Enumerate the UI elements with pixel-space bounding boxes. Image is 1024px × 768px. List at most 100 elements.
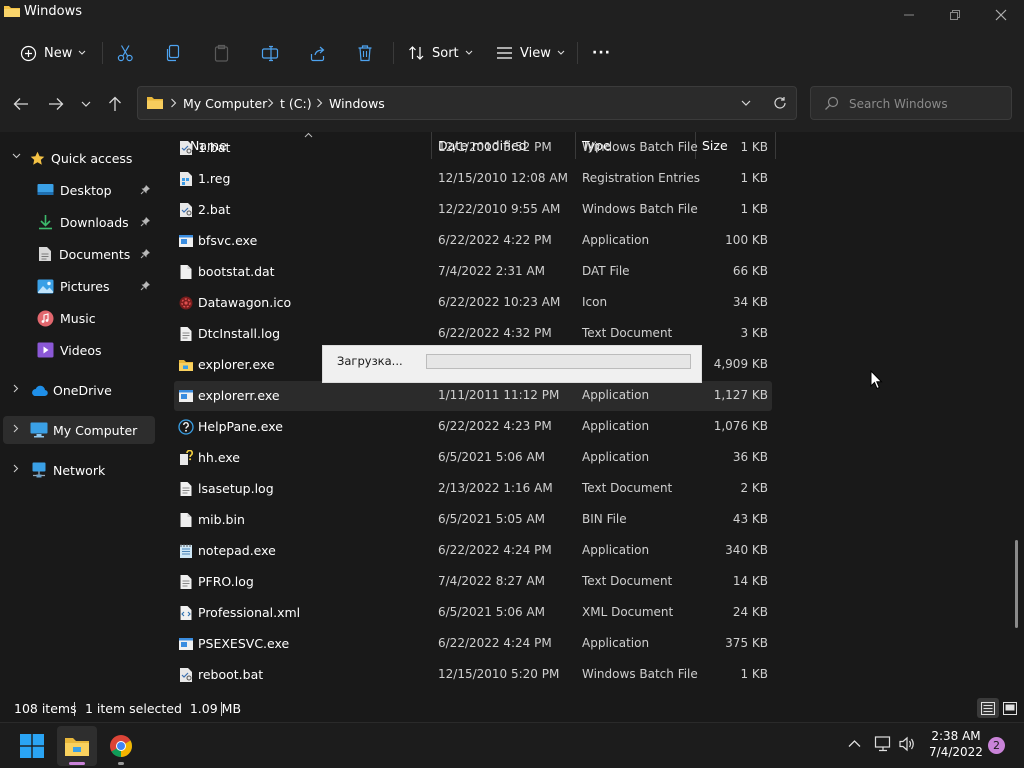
rename-button[interactable] (261, 38, 279, 68)
restore-icon (950, 10, 960, 20)
file-row[interactable]: bootstat.dat 7/4/2022 2:31 AM DAT File 66 K… (174, 257, 772, 287)
notification-badge[interactable]: 2 (988, 737, 1005, 754)
chevron-down-icon (465, 50, 473, 55)
back-button[interactable] (9, 92, 33, 116)
taskbar-file-explorer[interactable] (57, 726, 97, 766)
share-button[interactable] (309, 38, 326, 68)
recent-locations-button[interactable] (74, 92, 98, 116)
file-date: 6/22/2022 4:24 PM (438, 543, 552, 557)
nav-item-music[interactable]: Music (3, 304, 155, 332)
nav-item-quick-access[interactable]: Quick access (3, 144, 155, 172)
file-row[interactable]: PFRO.log 7/4/2022 8:27 AM Text Document 14 … (174, 567, 772, 597)
file-size: 1,076 KB (713, 419, 768, 433)
file-row[interactable]: 1.reg 12/15/2010 12:08 AM Registration Ent… (174, 164, 772, 194)
search-input[interactable] (849, 95, 1005, 113)
more-options-button[interactable]: ··· (592, 38, 611, 68)
pin-icon[interactable] (140, 248, 151, 259)
minimize-button[interactable] (886, 0, 932, 30)
file-row[interactable]: PSEXESVC.exe 6/22/2022 4:24 PM Application… (174, 629, 772, 659)
chevron-right-icon[interactable] (13, 464, 19, 473)
file-date: 1/11/2011 11:12 PM (438, 388, 560, 402)
file-row[interactable]: notepad.exe 6/22/2022 4:24 PM Application 3… (174, 536, 772, 566)
nav-item-label: Pictures (60, 278, 110, 294)
breadcrumb-my-computer[interactable]: My Computer (183, 96, 267, 111)
file-name: PFRO.log (198, 574, 254, 589)
nav-item-documents[interactable]: Documents (3, 240, 155, 268)
address-bar[interactable]: My Computer t (C:) Windows (137, 86, 797, 120)
folder-app-icon (179, 360, 193, 371)
file-row[interactable]: HelpPane.exe 6/22/2022 4:23 PM Application… (174, 412, 772, 442)
file-row[interactable]: lsasetup.log 2/13/2022 1:16 AM Text Docume… (174, 474, 772, 504)
delete-button[interactable] (357, 38, 373, 68)
refresh-icon[interactable] (773, 96, 787, 110)
file-row[interactable]: mib.bin 6/5/2021 5:05 AM BIN File 43 KB (174, 505, 772, 535)
file-name: notepad.exe (198, 543, 276, 558)
nav-item-onedrive[interactable]: OneDrive (3, 376, 155, 404)
volume-icon[interactable] (898, 736, 916, 752)
file-row[interactable]: 2.bat 12/22/2010 9:55 AM Windows Batch Fil… (174, 195, 772, 225)
file-name: bfsvc.exe (198, 233, 258, 248)
nav-item-label: Quick access (51, 150, 133, 166)
nav-item-my-computer[interactable]: My Computer (3, 416, 155, 444)
file-name: lsasetup.log (198, 481, 274, 496)
details-view-button[interactable] (977, 698, 999, 718)
file-name: 2.bat (198, 202, 231, 217)
maximize-button[interactable] (932, 0, 978, 30)
windows-logo-icon (20, 734, 44, 758)
close-button[interactable] (978, 0, 1024, 30)
chevron-up-icon[interactable] (848, 739, 861, 748)
file-date: 6/5/2021 5:06 AM (438, 605, 546, 619)
trash-icon (358, 45, 372, 62)
network-status-icon[interactable] (874, 736, 892, 752)
forward-button[interactable] (44, 92, 68, 116)
cut-button[interactable] (117, 38, 134, 68)
new-button[interactable]: New (20, 38, 86, 68)
chevron-down-icon (557, 50, 565, 55)
file-size: 4,909 KB (713, 357, 768, 371)
download-icon (39, 215, 52, 230)
computer-icon (30, 422, 48, 438)
star-icon (30, 151, 45, 165)
file-name: DtcInstall.log (198, 326, 281, 341)
file-row[interactable]: hh.exe 6/5/2021 5:06 AM Application 36 KB (174, 443, 772, 473)
breadcrumb-windows[interactable]: Windows (329, 96, 385, 111)
file-type: DAT File (582, 264, 630, 278)
start-button[interactable] (12, 726, 52, 766)
nav-item-pictures[interactable]: Pictures (3, 272, 155, 300)
chevron-right-icon[interactable] (13, 424, 19, 433)
file-date: 6/5/2021 5:05 AM (438, 512, 546, 526)
nav-item-desktop[interactable]: Desktop (3, 176, 155, 204)
view-button[interactable]: View (496, 38, 565, 68)
file-name: hh.exe (198, 450, 240, 465)
nav-item-downloads[interactable]: Downloads (3, 208, 155, 236)
file-row[interactable]: bfsvc.exe 6/22/2022 4:22 PM Application 100… (174, 226, 772, 256)
large-icons-view-button[interactable] (999, 698, 1021, 718)
nav-item-network[interactable]: Network (3, 456, 155, 484)
column-divider[interactable] (775, 132, 776, 159)
chevron-right-icon[interactable] (13, 384, 19, 393)
status-separator (221, 702, 222, 716)
vertical-scrollbar[interactable] (1015, 540, 1018, 628)
chevron-down-icon[interactable] (12, 153, 21, 159)
sort-button[interactable]: Sort (408, 38, 473, 68)
file-row[interactable]: Datawagon.ico 6/22/2022 10:23 AM Icon 34 KB (174, 288, 772, 318)
up-button[interactable] (103, 92, 127, 116)
pin-icon[interactable] (140, 280, 151, 291)
paste-button[interactable] (213, 38, 230, 68)
clipboard-icon (214, 44, 229, 62)
breadcrumb-drive-c[interactable]: t (C:) (280, 96, 312, 111)
file-row[interactable]: reboot.bat 12/15/2010 5:20 PM Windows Batc… (174, 660, 772, 690)
file-name: mib.bin (198, 512, 245, 527)
system-clock[interactable]: 2:38 AM 7/4/2022 (924, 728, 988, 760)
file-row[interactable]: explorerr.exe 1/11/2011 11:12 PM Applicati… (174, 381, 772, 411)
pin-icon[interactable] (140, 184, 151, 195)
file-row[interactable]: Professional.xml 6/5/2021 5:06 AM XML Docu… (174, 598, 772, 628)
taskbar-chrome[interactable] (101, 726, 141, 766)
pin-icon[interactable] (140, 216, 151, 227)
chevron-down-icon[interactable] (741, 100, 751, 107)
application-icon (179, 390, 193, 402)
running-app-indicator (118, 762, 124, 765)
nav-item-videos[interactable]: Videos (3, 336, 155, 364)
search-box[interactable] (810, 86, 1012, 120)
copy-button[interactable] (165, 38, 182, 68)
